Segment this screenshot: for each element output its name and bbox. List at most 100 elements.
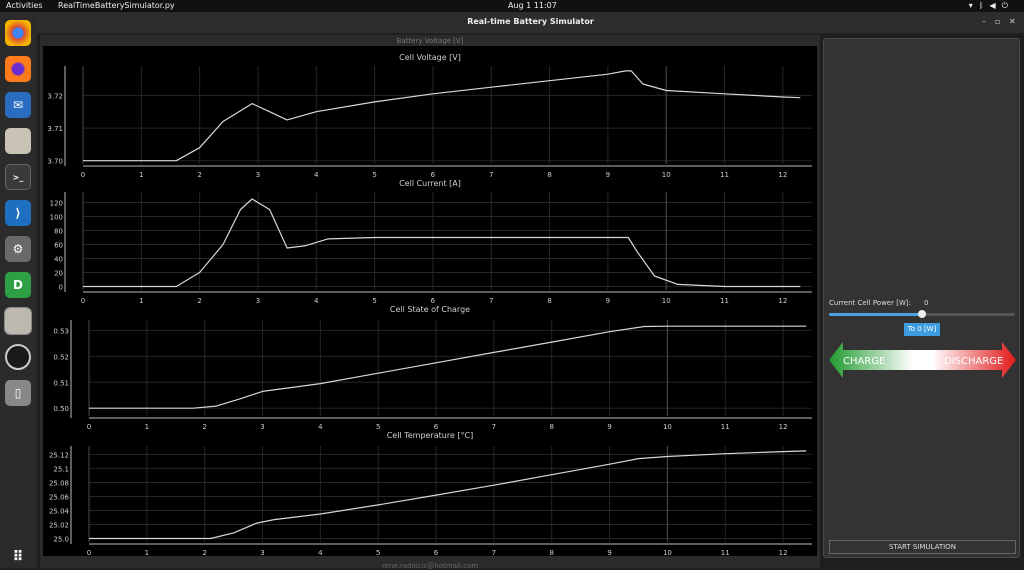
y-tick-label: 20: [54, 270, 63, 278]
power-value: 0: [924, 299, 929, 307]
x-tick-label: 11: [720, 171, 729, 179]
plot-panel-header: Battery Voltage [V]: [396, 37, 464, 45]
y-tick-label: 0.53: [53, 327, 69, 335]
x-tick-label: 9: [606, 171, 610, 179]
y-tick-label: 40: [54, 256, 63, 264]
vscode-icon[interactable]: ⟩: [5, 200, 31, 226]
x-tick-label: 4: [318, 549, 323, 556]
y-tick-label: 25.04: [49, 507, 70, 515]
control-panel: Current Cell Power [W]: 0 To 0 [W] CHARG…: [823, 38, 1020, 558]
minimize-icon[interactable]: –: [982, 17, 986, 26]
power-label: Current Cell Power [W]:: [829, 299, 911, 307]
chrome-icon[interactable]: [5, 20, 31, 46]
system-tray[interactable]: ▾ᛒ◀⏻: [969, 0, 1014, 12]
x-tick-label: 6: [431, 297, 436, 305]
charge-discharge-indicator: CHARGE DISCHARGE: [829, 342, 1016, 378]
x-tick-label: 7: [492, 423, 496, 431]
to-zero-button[interactable]: To 0 [W]: [904, 323, 940, 336]
y-tick-label: 25.06: [49, 493, 70, 501]
document-app-icon[interactable]: D: [5, 272, 31, 298]
x-tick-label: 2: [197, 171, 201, 179]
series-line: [83, 70, 801, 162]
x-tick-label: 0: [81, 171, 85, 179]
network-icon: ▾: [968, 1, 979, 10]
x-tick-label: 10: [662, 297, 671, 305]
series-line: [89, 450, 807, 540]
x-tick-label: 7: [492, 549, 496, 556]
firefox-icon[interactable]: [5, 56, 31, 82]
x-tick-label: 4: [314, 297, 319, 305]
y-tick-label: 25.02: [49, 521, 69, 529]
show-apps-icon[interactable]: ⠿: [5, 544, 31, 570]
activities-button[interactable]: Activities: [6, 0, 43, 12]
y-tick-label: 25.08: [49, 479, 69, 487]
x-tick-label: 1: [139, 297, 143, 305]
image-viewer-icon[interactable]: [4, 307, 32, 335]
x-tick-label: 5: [372, 297, 376, 305]
x-tick-label: 3: [260, 423, 264, 431]
x-tick-label: 10: [663, 423, 672, 431]
x-tick-label: 1: [145, 549, 149, 556]
app-menu[interactable]: RealTimeBatterySimulator.py: [58, 0, 175, 12]
y-tick-label: 25.12: [49, 451, 69, 459]
y-tick-label: 3.71: [47, 125, 63, 133]
y-tick-label: 100: [50, 214, 63, 222]
obs-icon[interactable]: [5, 344, 31, 370]
files-icon[interactable]: [5, 128, 31, 154]
x-tick-label: 10: [663, 549, 672, 556]
charge-label: CHARGE: [843, 356, 885, 367]
x-tick-label: 12: [779, 423, 788, 431]
x-tick-label: 7: [489, 171, 493, 179]
x-tick-label: 0: [87, 549, 91, 556]
thunderbird-icon[interactable]: ✉: [5, 92, 31, 118]
x-tick-label: 10: [662, 171, 671, 179]
plot-panel: Battery Voltage [V] Cell Voltage [V] 0 1 2 3…: [40, 35, 820, 570]
terminal-icon[interactable]: >_: [5, 164, 31, 190]
clock[interactable]: Aug 1 11:07: [508, 0, 557, 12]
window-title: Real-time Battery Simulator: [467, 17, 594, 26]
dock: ✉ >_ ⟩ ⚙ D ▯ ⠿: [0, 12, 37, 568]
start-simulation-button[interactable]: START SIMULATION: [829, 540, 1016, 554]
y-tick-label: 0: [59, 284, 63, 292]
window-title-bar: Real-time Battery Simulator – ▫ ✕: [37, 12, 1024, 34]
chart-title: Cell Current [A]: [399, 179, 461, 188]
os-top-bar: Activities RealTimeBatterySimulator.py A…: [0, 0, 1024, 12]
x-tick-label: 6: [431, 171, 436, 179]
y-tick-label: 0.51: [53, 379, 69, 387]
x-tick-label: 5: [376, 423, 380, 431]
y-tick-label: 3.70: [47, 158, 63, 166]
x-tick-label: 8: [549, 423, 553, 431]
x-tick-label: 11: [720, 297, 729, 305]
x-tick-label: 11: [721, 549, 730, 556]
power-slider-handle[interactable]: [918, 310, 926, 318]
x-tick-label: 2: [197, 297, 201, 305]
chart-title: Cell State of Charge: [390, 305, 470, 314]
x-tick-label: 3: [256, 171, 260, 179]
close-icon[interactable]: ✕: [1009, 17, 1016, 26]
x-tick-label: 7: [489, 297, 493, 305]
x-tick-label: 6: [434, 423, 439, 431]
maximize-icon[interactable]: ▫: [995, 17, 1000, 26]
x-tick-label: 5: [372, 171, 376, 179]
discharge-label: DISCHARGE: [944, 356, 1003, 367]
media-player-icon[interactable]: ▯: [5, 380, 31, 406]
power-slider[interactable]: [829, 310, 1015, 318]
series-line: [89, 325, 807, 409]
x-tick-label: 8: [547, 297, 551, 305]
chart-title: Cell Temperature [°C]: [387, 431, 474, 440]
x-tick-label: 9: [607, 423, 611, 431]
y-tick-label: 25.0: [53, 535, 69, 543]
plot-panel-footer: rene.radoicic@hotmail.com: [381, 562, 479, 570]
x-tick-label: 8: [547, 171, 551, 179]
x-tick-label: 12: [778, 171, 787, 179]
plot-area[interactable]: Cell Voltage [V] 0 1 2 3 4 5 6 7 8 9 10 11 12 3.70 3.71…: [43, 46, 817, 557]
x-tick-label: 2: [202, 423, 206, 431]
x-tick-label: 11: [721, 423, 730, 431]
settings-icon[interactable]: ⚙: [5, 236, 31, 262]
x-tick-label: 0: [81, 297, 85, 305]
y-tick-label: 0.50: [53, 405, 69, 413]
y-tick-label: 0.52: [53, 353, 69, 361]
x-tick-label: 3: [256, 297, 260, 305]
x-tick-label: 6: [434, 549, 439, 556]
x-tick-label: 2: [202, 549, 206, 556]
